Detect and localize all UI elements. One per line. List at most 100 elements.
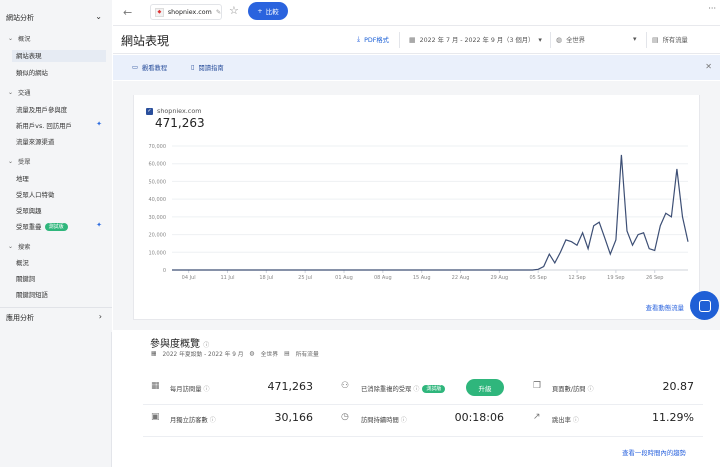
read-guide-link[interactable]: ▯ 閱讀指南 — [191, 63, 224, 72]
star-icon[interactable]: ☆ — [229, 4, 239, 17]
sidebar-item-search-overview[interactable]: 概況 — [16, 258, 29, 267]
close-icon[interactable]: ✕ — [705, 62, 712, 71]
globe-icon: ◍ — [249, 350, 255, 357]
info-icon[interactable]: ⓘ — [588, 386, 594, 393]
chat-support-button[interactable] — [690, 291, 719, 320]
x-tick-label: 22 Aug — [452, 275, 470, 281]
sidebar-item-site-performance[interactable]: 網站表現 — [12, 50, 106, 62]
info-icon[interactable]: ⓘ — [203, 386, 209, 393]
compare-button[interactable]: + 比較 — [248, 2, 288, 20]
metric-visit-duration-label: 訪問持續時間 ⓘ — [361, 417, 407, 424]
sidebar-panel: 網站分析 ⌄ ⌄ 概況 網站表現 類似的網站 ⌄ 交通 流量及用戶參與度 新用戶vs… — [0, 0, 112, 332]
beta-badge: 測試版 — [44, 223, 68, 231]
info-icon[interactable]: ⓘ — [210, 417, 216, 424]
sidebar-item-geography[interactable]: 地理 — [16, 174, 29, 183]
traffic-icon: ▤ — [652, 35, 659, 44]
info-icon[interactable]: ⓘ — [573, 417, 579, 424]
sidebar-item-audience-overlap[interactable]: 受眾重疊 測試版 — [16, 222, 68, 231]
metric-pages-per-visit-label: 頁面數/訪問 ⓘ — [552, 386, 594, 393]
sidebar-item-keywords[interactable]: 關鍵詞 — [16, 274, 35, 283]
x-tick-label: 05 Sep — [529, 275, 546, 281]
sidebar-item-demographics[interactable]: 受眾人口特徵 — [16, 190, 54, 199]
sidebar-divider — [0, 307, 112, 308]
sidebar-section-audience[interactable]: ⌄ 受眾 — [8, 157, 30, 166]
region-dropdown-icon[interactable]: ▾ — [633, 35, 637, 43]
sparkle-icon: ✦ — [96, 120, 102, 128]
download-icon: ⤓ — [357, 35, 361, 43]
chevron-down-icon: ▾ — [538, 35, 542, 44]
metric-bounce-rate-value: 11.29% — [652, 411, 694, 424]
sidebar-section-traffic[interactable]: ⌄ 交通 — [8, 88, 30, 97]
caret-icon: ⌄ — [8, 89, 14, 96]
y-tick-label: 0 — [163, 268, 166, 274]
y-tick-label: 10,000 — [149, 250, 167, 256]
x-tick-label: 11 Jul — [220, 275, 234, 281]
caret-icon: ⌄ — [8, 158, 14, 165]
sidebar-section-search[interactable]: ⌄ 搜索 — [8, 242, 30, 251]
legend-label: shopniex.com — [157, 107, 202, 115]
plus-icon: + — [257, 7, 263, 15]
sidebar-app-analysis[interactable]: 應用分析 — [6, 313, 34, 323]
x-tick-label: 29 Aug — [490, 275, 508, 281]
metric-unique-visitors-label: 月獨立訪客數 ⓘ — [170, 417, 216, 424]
info-icon[interactable]: ⓘ — [203, 342, 209, 349]
y-axis: 0 10,000 20,000 30,000 40,000 50,000 60,000 70,… — [149, 144, 167, 274]
sidebar-item-keyword-phrases[interactable]: 關鍵詞短語 — [16, 290, 48, 299]
info-icon[interactable]: ⓘ — [401, 417, 407, 424]
metric-bounce-rate-label: 跳出率 ⓘ — [552, 417, 579, 424]
y-tick-label: 40,000 — [149, 197, 167, 203]
caret-icon: ⌄ — [8, 243, 14, 250]
chevron-down-icon[interactable]: ⌄ — [95, 12, 102, 21]
globe-icon: ◍ — [556, 35, 563, 44]
metric-unique-visitors-value: 30,166 — [274, 411, 314, 424]
sidebar-item-traffic-channels[interactable]: 流量來源渠道 — [16, 137, 54, 146]
pdf-export-button[interactable]: ⤓ PDF格式 — [357, 35, 389, 44]
chart-grid — [172, 145, 688, 271]
metric-monthly-visits-label: 每月訪問量 ⓘ — [170, 386, 210, 393]
metrics-divider — [143, 436, 703, 437]
sidebar-item-interests[interactable]: 受眾興趣 — [16, 206, 42, 215]
pages-icon: ❐ — [533, 381, 542, 391]
caret-icon: ⌄ — [8, 35, 14, 42]
separator — [399, 32, 400, 48]
separator — [550, 32, 551, 48]
video-icon: ▭ — [132, 64, 138, 71]
metric-pages-per-visit-value: 20.87 — [662, 380, 695, 393]
x-tick-label: 25 Jul — [298, 275, 312, 281]
x-axis: 04 Jul 11 Jul 18 Jul 25 Jul 01 Aug 08 Aug 15 A… — [182, 270, 663, 281]
chart-legend[interactable]: ✓ shopniex.com — [146, 107, 201, 115]
total-visits: 471,263 — [155, 116, 205, 130]
chat-icon — [698, 299, 711, 312]
y-tick-label: 50,000 — [149, 179, 167, 185]
checkbox-icon[interactable]: ✓ — [146, 107, 153, 115]
y-tick-label: 60,000 — [149, 162, 167, 168]
watch-tutorial-link[interactable]: ▭ 觀看教程 — [132, 63, 167, 72]
traffic-select[interactable]: ▤ 所有流量 — [652, 35, 688, 45]
date-range-select[interactable]: ▦ 2022 年 7 月 - 2022 年 9 月（3 個月） ▾ — [409, 35, 542, 45]
x-tick-label: 18 Jul — [259, 275, 273, 281]
view-trend-link[interactable]: 查看一段時間內的趨勢 — [622, 448, 686, 457]
sidebar: 網站分析 ⌄ ⌄ 概況 網站表現 類似的網站 ⌄ 交通 流量及用戶參與度 新用戶vs… — [0, 0, 112, 467]
region-select[interactable]: ◍ 全世界 — [556, 35, 585, 45]
upgrade-button[interactable]: 升級 — [466, 379, 504, 396]
chevron-down-icon: ▾ — [633, 35, 637, 43]
beta-badge: 測試版 — [422, 385, 446, 393]
more-icon[interactable]: ··· — [708, 4, 716, 13]
sidebar-item-traffic-engagement[interactable]: 流量及用戶參與度 — [16, 105, 67, 114]
page-title: 網站表現 — [121, 34, 170, 48]
sidebar-item-similar-sites[interactable]: 類似的網站 — [16, 68, 48, 77]
edit-pencil-icon[interactable]: ✎ — [216, 9, 221, 16]
sidebar-header[interactable]: 網站分析 — [6, 13, 34, 23]
info-bar: ▭ 觀看教程 ▯ 閱讀指南 ✕ — [113, 55, 720, 80]
y-tick-label: 20,000 — [149, 233, 167, 239]
chevron-right-icon[interactable]: › — [99, 312, 102, 321]
domain-chip[interactable]: ◆ shopniex.com ✎ — [150, 4, 222, 20]
sparkle-icon: ✦ — [96, 221, 102, 229]
back-arrow-icon[interactable]: ← — [123, 6, 132, 19]
sidebar-section-overview[interactable]: ⌄ 概況 — [8, 34, 30, 43]
title-bar: 網站表現 ⤓ PDF格式 ▦ 2022 年 7 月 - 2022 年 9 月（3 個… — [113, 27, 720, 54]
info-icon[interactable]: ⓘ — [413, 386, 419, 393]
view-traffic-link[interactable]: 查看動態流量 — [646, 303, 684, 312]
sidebar-item-new-vs-returning[interactable]: 新用戶vs. 回訪用戶 — [16, 121, 72, 130]
bounce-icon: ↗ — [533, 412, 541, 422]
